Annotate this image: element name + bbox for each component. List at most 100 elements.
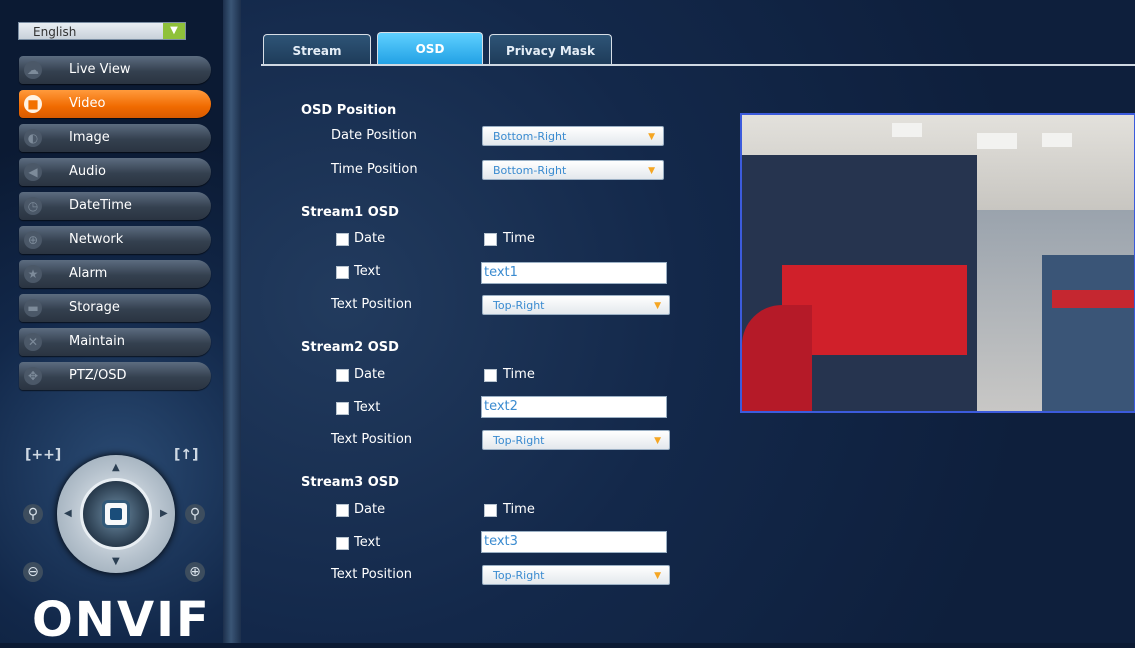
storage-icon: ▬ <box>24 299 42 317</box>
sidebar-item-label: Image <box>69 130 110 145</box>
stream1-date-label: Date <box>354 231 386 246</box>
sidebar-item-label: Alarm <box>69 266 108 281</box>
ptz-icon: ✥ <box>24 367 42 385</box>
tools-icon: ✕ <box>24 333 42 351</box>
stream2-time-label: Time <box>503 367 535 382</box>
stream3-text-position-value: Top-Right <box>493 569 545 582</box>
stream2-text-position-label: Text Position <box>331 432 413 447</box>
preview-red-stripe <box>1052 290 1134 308</box>
video-preview[interactable] <box>740 113 1135 413</box>
tabs-underline <box>261 64 1135 66</box>
stream2-text-position-select[interactable]: Top-Right ▼ <box>482 430 670 450</box>
tab-stream[interactable]: Stream <box>263 34 371 66</box>
time-position-select[interactable]: Bottom-Right ▼ <box>482 160 664 180</box>
sidebar-item-label: Maintain <box>69 334 125 349</box>
stream1-time-checkbox[interactable] <box>484 233 497 246</box>
stream1-text-label: Text <box>354 264 381 279</box>
pan-down-arrow-icon[interactable]: ▼ <box>112 556 120 567</box>
pan-up-arrow-icon[interactable]: ▲ <box>112 462 120 473</box>
chevron-down-icon: ▼ <box>648 132 655 142</box>
ceiling-light <box>892 123 922 137</box>
stream2-text-checkbox[interactable] <box>336 402 349 415</box>
osd-position-title: OSD Position <box>301 103 397 118</box>
globe-icon: ⊕ <box>24 231 42 249</box>
stream1-date-checkbox[interactable] <box>336 233 349 246</box>
sidebar-item-storage[interactable]: ▬ Storage <box>19 294 211 322</box>
stream1-text-input[interactable]: text1 <box>481 262 667 284</box>
date-position-value: Bottom-Right <box>493 130 567 143</box>
sidebar-item-video[interactable]: ■ Video <box>19 90 211 118</box>
stream3-time-label: Time <box>503 502 535 517</box>
stream3-text-input[interactable]: text3 <box>481 531 667 553</box>
date-position-select[interactable]: Bottom-Right ▼ <box>482 126 664 146</box>
stream2-text-position-value: Top-Right <box>493 434 545 447</box>
speech-bubble-icon: ☁ <box>24 61 42 79</box>
chevron-down-icon: ▼ <box>654 571 661 581</box>
time-position-label: Time Position <box>331 162 418 177</box>
stream2-text-input[interactable]: text2 <box>481 396 667 418</box>
stream2-osd-title: Stream2 OSD <box>301 340 399 355</box>
focus-near-icon[interactable]: ⊖ <box>23 562 43 582</box>
stream3-text-checkbox[interactable] <box>336 537 349 550</box>
stream3-date-label: Date <box>354 502 386 517</box>
date-position-label: Date Position <box>331 128 417 143</box>
alarm-icon: ★ <box>24 265 42 283</box>
zoom-up-button[interactable]: [↑] <box>174 447 199 463</box>
stream3-text-position-select[interactable]: Top-Right ▼ <box>482 565 670 585</box>
zoom-in-icon[interactable]: ⚲ <box>185 504 205 524</box>
language-select[interactable]: English ▼ <box>18 22 186 40</box>
focus-far-icon[interactable]: ⊕ <box>185 562 205 582</box>
stream2-text-label: Text <box>354 400 381 415</box>
sidebar-item-label: Video <box>69 96 106 111</box>
sidebar-item-label: PTZ/OSD <box>69 368 127 383</box>
chevron-down-icon: ▼ <box>654 301 661 311</box>
stream2-date-checkbox[interactable] <box>336 369 349 382</box>
sidebar-item-network[interactable]: ⊕ Network <box>19 226 211 254</box>
sidebar-item-alarm[interactable]: ★ Alarm <box>19 260 211 288</box>
sidebar-item-ptz-osd[interactable]: ✥ PTZ/OSD <box>19 362 211 390</box>
sidebar-item-label: Audio <box>69 164 106 179</box>
stream1-text-position-select[interactable]: Top-Right ▼ <box>482 295 670 315</box>
stream3-date-checkbox[interactable] <box>336 504 349 517</box>
stream3-osd-title: Stream3 OSD <box>301 475 399 490</box>
stream3-text-label: Text <box>354 535 381 550</box>
stream3-text-position-label: Text Position <box>331 567 413 582</box>
pan-left-arrow-icon[interactable]: ◀ <box>64 508 72 519</box>
sidebar-divider <box>223 0 241 643</box>
stream3-time-checkbox[interactable] <box>484 504 497 517</box>
tab-osd[interactable]: OSD <box>377 32 483 66</box>
clock-icon: ◷ <box>24 197 42 215</box>
tab-privacy-mask[interactable]: Privacy Mask <box>489 34 612 66</box>
time-position-value: Bottom-Right <box>493 164 567 177</box>
stream1-text-position-value: Top-Right <box>493 299 545 312</box>
ceiling-light <box>1042 133 1072 147</box>
preview-cubicle <box>1042 255 1134 411</box>
sidebar-item-image[interactable]: ◐ Image <box>19 124 211 152</box>
onvif-logo: ONVIF <box>32 592 211 648</box>
image-icon: ◐ <box>24 129 42 147</box>
main-content: Stream OSD Privacy Mask OSD Position Dat… <box>241 0 1135 643</box>
zoom-out-icon[interactable]: ⚲ <box>23 504 43 524</box>
sidebar-item-audio[interactable]: ◀ Audio <box>19 158 211 186</box>
sidebar-item-datetime[interactable]: ◷ DateTime <box>19 192 211 220</box>
stream2-date-label: Date <box>354 367 386 382</box>
stream1-osd-title: Stream1 OSD <box>301 205 399 220</box>
chevron-down-icon[interactable]: ▼ <box>163 23 185 39</box>
stream2-time-checkbox[interactable] <box>484 369 497 382</box>
sidebar-item-maintain[interactable]: ✕ Maintain <box>19 328 211 356</box>
sidebar: English ▼ ☁ Live View ■ Video ◐ Image ◀ … <box>0 0 228 648</box>
stream1-text-position-label: Text Position <box>331 297 413 312</box>
sidebar-item-label: Live View <box>69 62 131 77</box>
stream1-time-label: Time <box>503 231 535 246</box>
stream1-text-checkbox[interactable] <box>336 266 349 279</box>
language-select-value: English <box>33 25 77 39</box>
chevron-down-icon: ▼ <box>654 436 661 446</box>
sidebar-item-label: DateTime <box>69 198 132 213</box>
speaker-icon: ◀ <box>24 163 42 181</box>
stop-icon <box>110 508 122 520</box>
zoom-fit-button[interactable]: [++] <box>25 447 61 463</box>
chevron-down-icon: ▼ <box>648 166 655 176</box>
pan-right-arrow-icon[interactable]: ▶ <box>160 508 168 519</box>
ceiling-light <box>977 133 1017 149</box>
sidebar-item-live-view[interactable]: ☁ Live View <box>19 56 211 84</box>
